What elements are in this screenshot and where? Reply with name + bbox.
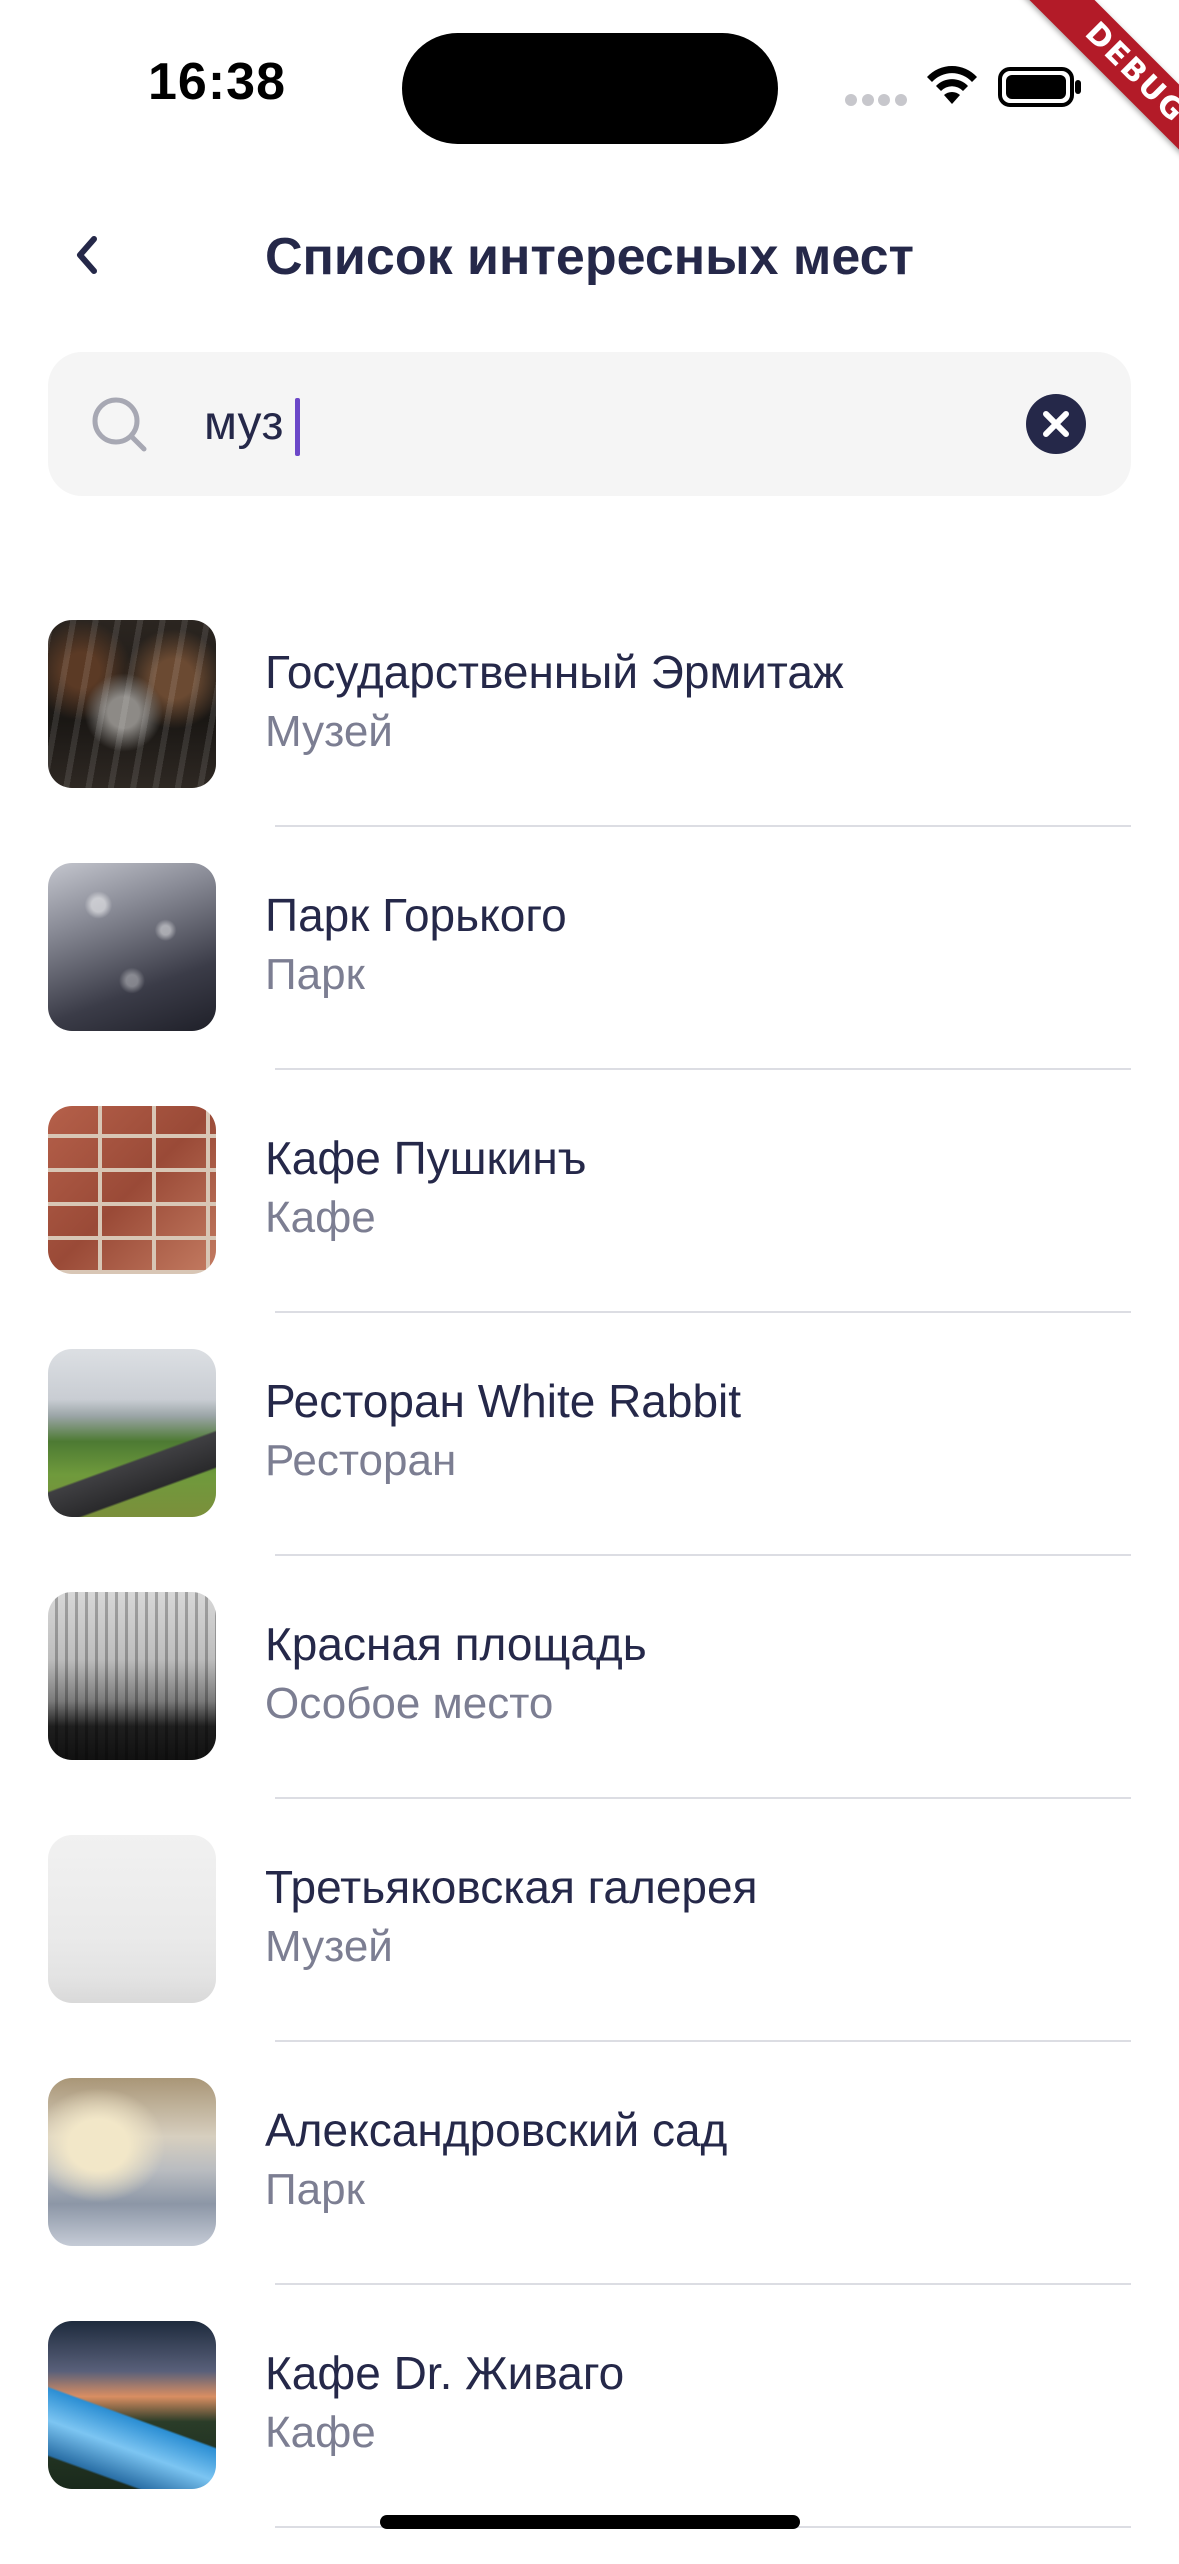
cellular-signal-icon bbox=[845, 94, 907, 106]
place-type: Кафе bbox=[265, 2408, 376, 2457]
place-name: Красная площадь bbox=[265, 1618, 647, 1670]
text-cursor bbox=[295, 398, 300, 456]
place-type: Парк bbox=[265, 950, 365, 999]
place-thumbnail bbox=[48, 1835, 216, 2003]
home-indicator[interactable] bbox=[380, 2515, 800, 2529]
divider bbox=[275, 1311, 1131, 1313]
list-item[interactable]: Ресторан White Rabbit Ресторан bbox=[0, 1349, 1179, 1592]
place-name: Александровский сад bbox=[265, 2104, 728, 2156]
place-type: Музей bbox=[265, 707, 393, 756]
place-name: Парк Горького bbox=[265, 889, 567, 941]
place-thumbnail bbox=[48, 1592, 216, 1760]
place-type: Парк bbox=[265, 2165, 365, 2214]
place-thumbnail bbox=[48, 2321, 216, 2489]
status-bar: 16:38 bbox=[0, 0, 1179, 170]
place-thumbnail bbox=[48, 2078, 216, 2246]
wifi-icon bbox=[927, 66, 977, 104]
place-type: Кафе bbox=[265, 1193, 376, 1242]
divider bbox=[275, 1068, 1131, 1070]
clear-circle-icon[interactable] bbox=[1026, 394, 1086, 454]
place-type: Ресторан bbox=[265, 1436, 457, 1485]
list-item[interactable]: Третьяковская галерея Музей bbox=[0, 1835, 1179, 2078]
place-name: Ресторан White Rabbit bbox=[265, 1375, 742, 1427]
battery-icon bbox=[998, 67, 1081, 107]
divider bbox=[275, 825, 1131, 827]
place-name: Кафе Пушкинъ bbox=[265, 1132, 587, 1184]
list-item[interactable]: Парк Горького Парк bbox=[0, 863, 1179, 1106]
places-list: Государственный Эрмитаж Музей Парк Горьк… bbox=[0, 620, 1179, 2564]
search-icon bbox=[92, 397, 147, 452]
status-time: 16:38 bbox=[148, 53, 286, 111]
place-name: Государственный Эрмитаж bbox=[265, 646, 844, 698]
list-item[interactable]: Кафе Пушкинъ Кафе bbox=[0, 1106, 1179, 1349]
search-bar[interactable] bbox=[48, 352, 1131, 496]
divider bbox=[275, 2040, 1131, 2042]
dynamic-island bbox=[402, 33, 778, 144]
place-thumbnail bbox=[48, 1349, 216, 1517]
list-item[interactable]: Красная площадь Особое место bbox=[0, 1592, 1179, 1835]
place-name: Кафе Dr. Живаго bbox=[265, 2347, 625, 2399]
page-title: Список интересных мест bbox=[264, 228, 915, 286]
divider bbox=[275, 2283, 1131, 2285]
search-input[interactable] bbox=[204, 382, 1024, 466]
place-type: Особое место bbox=[265, 1679, 554, 1728]
list-item[interactable]: Государственный Эрмитаж Музей bbox=[0, 620, 1179, 863]
divider bbox=[275, 1797, 1131, 1799]
divider bbox=[275, 1554, 1131, 1556]
place-thumbnail bbox=[48, 863, 216, 1031]
list-item[interactable]: Александровский сад Парк bbox=[0, 2078, 1179, 2321]
place-thumbnail bbox=[48, 1106, 216, 1274]
place-thumbnail bbox=[48, 620, 216, 788]
place-name: Третьяковская галерея bbox=[265, 1861, 758, 1913]
place-type: Музей bbox=[265, 1922, 393, 1971]
